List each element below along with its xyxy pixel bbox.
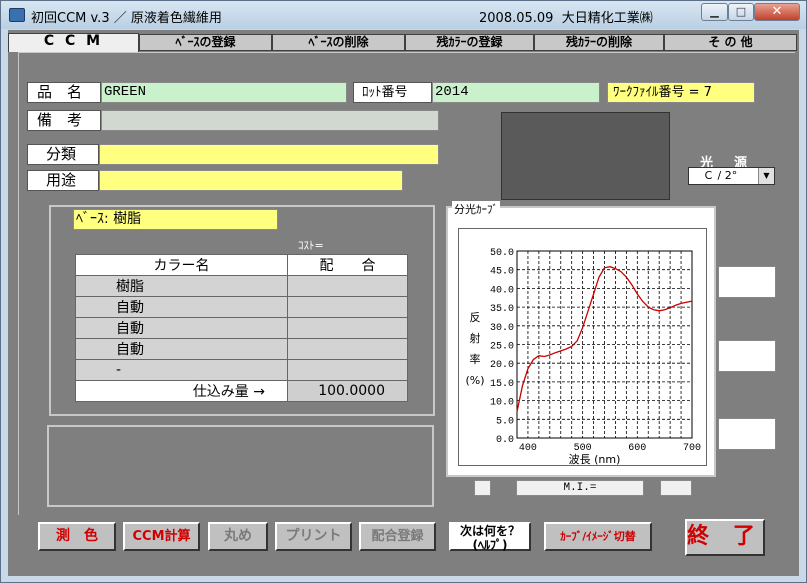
x-tick-label: 600: [628, 443, 646, 454]
row-color-name: 自動: [75, 296, 288, 318]
window-date: 2008.05.09: [479, 11, 554, 26]
y-tick-label: 30.0: [490, 323, 514, 334]
row-ratio[interactable]: [287, 317, 408, 339]
print-button[interactable]: プリント: [275, 522, 352, 551]
table-row[interactable]: -: [75, 359, 408, 381]
mi-left-box: [474, 480, 491, 496]
tab-other[interactable]: そ の 他: [664, 34, 797, 51]
table-row[interactable]: 自動: [75, 317, 408, 339]
tab-base-delete[interactable]: ﾍﾞｰｽの削除: [272, 34, 405, 51]
tab-remain-delete[interactable]: 残ｶﾗｰの削除: [534, 34, 664, 51]
close-icon[interactable]: ✕: [754, 3, 800, 21]
total-quantity[interactable]: 100.0000: [287, 380, 408, 402]
y-tick-label: 20.0: [490, 360, 514, 371]
tab-bar: C C M ﾍﾞｰｽの登録 ﾍﾞｰｽの削除 残ｶﾗｰの登録 残ｶﾗｰの削除 そ …: [8, 33, 797, 52]
y-axis-label: 射: [470, 331, 481, 345]
tab-ccm[interactable]: C C M: [8, 33, 139, 52]
tab-remain-register[interactable]: 残ｶﾗｰの登録: [405, 34, 534, 51]
help-line2: (ﾍﾙﾌﾟ): [472, 538, 508, 552]
y-tick-label: 5.0: [496, 416, 514, 427]
table-row[interactable]: 自動: [75, 296, 408, 318]
row-ratio[interactable]: [287, 275, 408, 297]
category-field[interactable]: [99, 144, 439, 165]
app-icon: [9, 8, 25, 22]
row-ratio[interactable]: [287, 296, 408, 318]
row-ratio[interactable]: [287, 338, 408, 360]
side-box-2: [718, 340, 776, 372]
category-label: 分類: [27, 144, 99, 165]
help-line1: 次は何を？: [459, 524, 520, 538]
row-ratio[interactable]: [287, 359, 408, 381]
side-box-3: [718, 418, 776, 450]
total-label: 仕込み量 →: [75, 380, 288, 402]
measure-button[interactable]: 測 色: [38, 522, 116, 551]
col-ratio: 配 合: [287, 254, 408, 276]
cost-label: ｺｽﾄ=: [298, 239, 324, 252]
row-color-name: 自動: [75, 338, 288, 360]
workfile-number: ﾜｰｸﾌｧｲﾙ番号 = 7: [607, 82, 755, 103]
chevron-down-icon[interactable]: ▼: [758, 168, 774, 184]
side-box-1: [718, 266, 776, 298]
table-row[interactable]: 自動: [75, 338, 408, 360]
use-field[interactable]: [99, 170, 403, 191]
register-formula-button[interactable]: 配合登録: [359, 522, 436, 551]
product-label: 品 名: [27, 82, 101, 103]
row-color-name: 自動: [75, 317, 288, 339]
illuminant-value: Ｃ / 2°: [703, 169, 738, 182]
y-tick-label: 40.0: [490, 285, 514, 296]
table-header: カラー名 配 合: [75, 254, 408, 276]
spectral-curve-panel: 0.0 5.0 10.0 15.0 20.0 25.0 30.0 35.0 40.0 45.0 50…: [458, 228, 707, 466]
ccm-calc-button[interactable]: CCM計算: [123, 522, 200, 551]
row-color-name: 樹脂: [75, 275, 288, 297]
maximize-icon[interactable]: □: [728, 3, 754, 21]
note-label: 備 考: [27, 110, 101, 131]
window-title: 初回CCM v.3 ／ 原液着色繊維用: [31, 11, 222, 26]
color-preview: [501, 112, 670, 200]
window-date-company: 2008.05.09 大日精化工業㈱: [479, 7, 653, 26]
spectral-chart: 0.0 5.0 10.0 15.0 20.0 25.0 30.0 35.0 40.0 45.0 50…: [465, 248, 701, 466]
row-color-name: -: [75, 359, 288, 381]
help-button[interactable]: 次は何を？ (ﾍﾙﾌﾟ): [449, 522, 531, 551]
y-tick-label: 35.0: [490, 304, 514, 315]
window-company: 大日精化工業㈱: [561, 11, 653, 26]
y-tick-label: 10.0: [490, 398, 514, 409]
use-label: 用途: [27, 170, 99, 191]
x-tick-label: 400: [519, 443, 537, 454]
mi-readout: M.I.=: [516, 480, 644, 496]
lot-field[interactable]: 2014: [432, 82, 600, 103]
mi-right-box: [660, 480, 692, 496]
curve-image-toggle-button[interactable]: ｶｰﾌﾞ/ｲﾒｰｼﾞ切替: [544, 522, 652, 551]
tab-base-register[interactable]: ﾍﾞｰｽの登録: [139, 34, 272, 51]
product-field[interactable]: GREEN: [101, 82, 347, 103]
spectral-curve-legend: 分光ｶｰﾌﾞ: [452, 201, 500, 217]
y-tick-label: 50.0: [490, 248, 514, 259]
illuminant-select[interactable]: Ｃ / 2° ▼: [688, 167, 775, 185]
y-axis-label: (%): [465, 374, 484, 387]
minimize-icon[interactable]: ▁: [701, 3, 728, 21]
lot-label: ﾛｯﾄ番号: [353, 82, 432, 103]
y-tick-label: 0.0: [496, 435, 514, 446]
total-row: 仕込み量 → 100.0000: [75, 380, 408, 402]
table-row[interactable]: 樹脂: [75, 275, 408, 297]
col-color-name: カラー名: [75, 254, 288, 276]
y-tick-label: 15.0: [490, 379, 514, 390]
y-axis-label: 反: [470, 311, 481, 324]
message-area: [47, 425, 434, 507]
y-tick-label: 45.0: [490, 267, 514, 278]
y-axis-label: 率: [470, 352, 481, 366]
formula-table: カラー名 配 合 樹脂 自動 自動 自動 - 仕込み量 → 100.0000: [75, 254, 408, 402]
note-field[interactable]: [101, 110, 439, 131]
base-name[interactable]: ﾍﾞｰｽ: 樹脂: [73, 209, 278, 230]
y-tick-label: 25.0: [490, 342, 514, 353]
exit-button[interactable]: 終 了: [685, 519, 765, 556]
x-tick-label: 700: [683, 443, 701, 454]
round-button[interactable]: 丸め: [208, 522, 268, 551]
x-axis-label: 波長 (nm): [569, 453, 621, 465]
title-bar: 初回CCM v.3 ／ 原液着色繊維用 2008.05.09 大日精化工業㈱ ▁…: [1, 1, 806, 29]
